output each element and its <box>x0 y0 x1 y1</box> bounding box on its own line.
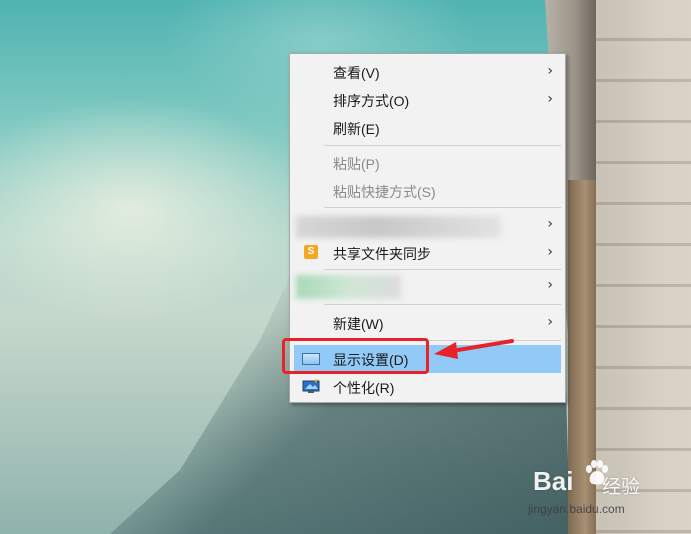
menu-separator <box>324 304 561 305</box>
menu-separator <box>324 145 561 146</box>
menu-item-label: 个性化(R) <box>333 380 395 396</box>
chevron-right-icon: › <box>547 277 553 293</box>
menu-item-label: 新建(W) <box>333 316 384 332</box>
watermark-url: jingyan.baidu.com <box>528 502 625 516</box>
menu-item-view[interactable]: 查看(V) › <box>294 58 561 86</box>
menu-item-paste-shortcut: 粘贴快捷方式(S) <box>294 177 561 205</box>
menu-item-redacted-2[interactable]: › <box>294 272 561 300</box>
menu-item-label: 查看(V) <box>333 65 380 81</box>
chevron-right-icon: › <box>547 216 553 232</box>
red-arrow-icon <box>434 339 514 359</box>
menu-item-sort[interactable]: 排序方式(O) › <box>294 86 561 114</box>
menu-item-share-sync[interactable]: S 共享文件夹同步 › <box>294 239 561 267</box>
chevron-right-icon: › <box>547 244 553 260</box>
menu-separator <box>324 269 561 270</box>
highlight-annotation-box <box>282 338 429 374</box>
menu-item-paste: 粘贴(P) <box>294 149 561 177</box>
personalize-icon <box>302 379 320 393</box>
menu-item-label: 粘贴快捷方式(S) <box>333 184 436 200</box>
menu-item-label: 共享文件夹同步 <box>333 246 431 262</box>
chevron-right-icon: › <box>547 314 553 330</box>
menu-item-label: 粘贴(P) <box>333 156 380 172</box>
redacted-blur <box>296 275 401 299</box>
baidu-jingyan-watermark: Bai 经验 jingyan.baidu.com <box>528 458 688 528</box>
watermark-sub: 经验 <box>602 476 641 498</box>
watermark-brand: Bai <box>533 466 574 496</box>
menu-item-refresh[interactable]: 刷新(E) <box>294 114 561 142</box>
chevron-right-icon: › <box>547 63 553 79</box>
menu-item-label: 排序方式(O) <box>333 93 410 109</box>
wallpaper-dock-planks <box>596 0 691 534</box>
menu-item-new[interactable]: 新建(W) › <box>294 309 561 337</box>
menu-item-personalize[interactable]: 个性化(R) <box>294 373 561 401</box>
chevron-right-icon: › <box>547 91 553 107</box>
menu-item-label: 刷新(E) <box>333 121 380 137</box>
redacted-blur <box>296 216 501 238</box>
sync-s-icon: S <box>304 245 318 259</box>
menu-item-redacted-1[interactable]: › <box>294 211 561 239</box>
menu-separator <box>324 207 561 208</box>
